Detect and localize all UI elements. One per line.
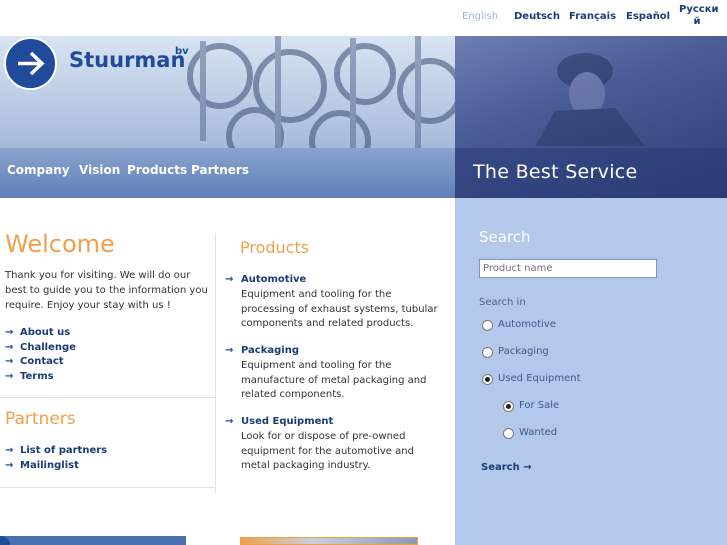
arrow-right-icon: → [225,345,234,356]
product-packaging: → Packaging Equipment and tooling for th… [225,345,445,405]
product-title-link[interactable]: Packaging [241,345,299,356]
radio-label: For Sale [519,400,560,411]
partners-title: Partners [5,409,76,429]
link-contact[interactable]: → Contact [5,355,76,370]
arrow-right-icon: → [5,459,14,471]
info-links: → About us → Challenge → Contact → Terms [5,326,76,384]
radio-button[interactable] [482,374,493,385]
link-label: About us [20,327,71,338]
arrow-right-icon: → [225,274,234,285]
radio-label: Used Equipment [498,373,581,384]
link-label: List of partners [20,445,108,456]
link-list-of-partners[interactable]: → List of partners [5,444,107,459]
product-automotive: → Automotive Equipment and tooling for t… [225,274,445,334]
divider [0,397,215,398]
search-title: Search [479,228,531,246]
link-label: Terms [20,370,54,382]
radio-label: Wanted [519,427,558,438]
product-title-link[interactable]: Automotive [241,274,306,285]
promo-image[interactable] [240,537,418,545]
link-terms[interactable]: → Terms [5,370,76,385]
tagline: The Best Service [473,161,638,183]
arrow-right-icon: → [5,370,14,382]
arrow-right-icon: → [5,445,14,456]
divider [0,487,215,488]
link-label: Challenge [20,341,76,353]
arrow-right-icon: → [5,341,14,353]
product-description: Equipment and tooling for the processing… [241,289,438,329]
search-input[interactable] [479,259,657,278]
welcome-title: Welcome [5,230,115,258]
promo-banner[interactable] [0,536,186,545]
lang-russian-link[interactable]: Русски й [679,4,719,28]
search-button-label: Search [481,462,520,473]
arrow-right-icon [4,37,57,90]
nav-vision[interactable]: Vision [79,163,120,177]
radio-button[interactable] [482,320,493,331]
product-description: Look for or dispose of pre-owned equipme… [241,431,414,471]
brand-name: Stuurman [69,48,186,72]
link-mailinglist[interactable]: → Mailinglist [5,459,107,474]
radio-button[interactable] [503,428,514,439]
arrow-right-icon: → [5,327,14,338]
tagline-band: The Best Service [455,148,727,198]
worker-illustration [535,53,645,146]
brand-suffix: bv [175,46,189,57]
products-title: Products [240,238,310,257]
product-used-equipment: → Used Equipment Look for or dispose of … [225,416,445,476]
search-panel: Search Search in Automotive Packaging Us… [455,198,727,545]
link-label: Mailinglist [20,459,79,471]
language-bar: English Deutsch Français Español Русски … [0,0,727,36]
partner-links: → List of partners → Mailinglist [5,444,107,473]
radio-button[interactable] [482,347,493,358]
banner-image-gears: Stuurman bv Company Vision Products Part… [0,36,455,198]
nav-partners[interactable]: Partners [191,163,249,177]
product-title-link[interactable]: Used Equipment [241,416,333,427]
radio-label: Automotive [498,319,556,330]
nav-products[interactable]: Products [127,163,187,177]
column-separator [215,233,216,493]
header-banner: Stuurman bv Company Vision Products Part… [0,36,727,198]
arrow-right-icon: → [5,356,14,367]
lang-english-link[interactable]: English [462,11,498,22]
welcome-text: Thank you for visiting. We will do our b… [5,270,208,311]
radio-button[interactable] [503,401,514,412]
lang-francais-link[interactable]: Français [569,11,616,22]
main-nav: Company Vision Products Partners [0,148,455,198]
arrow-right-icon: → [523,462,532,473]
logo[interactable]: Stuurman bv [0,36,455,90]
lang-espanol-link[interactable]: Español [626,11,670,22]
link-label: Contact [20,356,64,367]
arrow-right-icon: → [225,416,234,427]
link-challenge[interactable]: → Challenge [5,341,76,356]
search-button[interactable]: Search → [481,462,532,473]
products-column: Products → Automotive Equipment and tool… [225,198,453,545]
search-in-label: Search in [479,297,526,308]
radio-label: Packaging [498,346,549,357]
link-about-us[interactable]: → About us [5,326,76,341]
left-column: Welcome Thank you for visiting. We will … [0,198,215,545]
nav-company[interactable]: Company [7,163,70,177]
lang-deutsch-link[interactable]: Deutsch [514,11,560,22]
product-description: Equipment and tooling for the manufactur… [241,360,427,400]
